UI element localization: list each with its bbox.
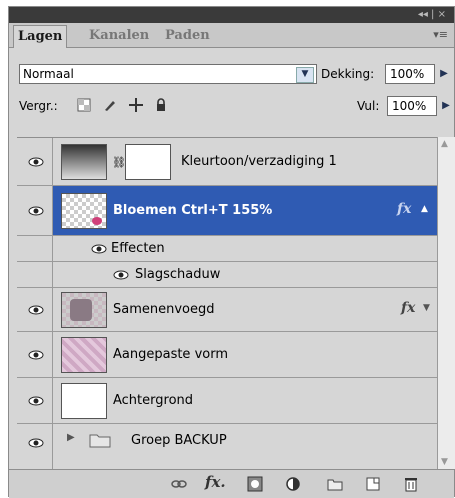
lock-transparency-icon[interactable] [77, 98, 91, 112]
effects-indent [17, 236, 53, 261]
collapse-controls[interactable]: ◂◂ | × [418, 9, 446, 20]
tab-lagen[interactable]: Lagen [13, 25, 68, 48]
tab-kanalen[interactable]: Kanalen [85, 25, 153, 47]
eye-icon[interactable] [28, 157, 44, 167]
fill-label: Vul: [357, 99, 380, 113]
background-thumbnail[interactable] [61, 383, 107, 419]
layer-row-selected[interactable]: Bloemen Ctrl+T 155% fx ▲ [17, 186, 437, 236]
lock-pixels-icon[interactable] [103, 98, 117, 112]
opacity-input[interactable]: 100% ▶ [385, 64, 448, 84]
folder-icon[interactable] [327, 476, 343, 492]
eye-icon[interactable] [91, 244, 107, 254]
eye-icon[interactable] [28, 396, 44, 406]
mask-icon[interactable] [247, 476, 263, 492]
eye-icon[interactable] [28, 305, 44, 315]
lock-icons [69, 97, 168, 112]
new-layer-icon[interactable] [365, 476, 381, 492]
layers-panel: ◂◂ | × Lagen Kanalen Paden ▾≡ Normaal ▼ … [8, 6, 455, 498]
group-row[interactable]: ▶ Groep BACKUP [17, 424, 437, 470]
blend-row: Normaal ▼ Dekking: 100% ▶ [17, 61, 450, 87]
layer-name: Samenenvoegd [113, 302, 215, 317]
layer-name: Bloemen Ctrl+T 155% [113, 203, 273, 218]
effect-indent [17, 262, 53, 287]
opacity-value: 100% [390, 67, 425, 81]
layer-name: Aangepaste vorm [113, 347, 228, 362]
trash-icon[interactable] [403, 476, 419, 492]
eye-icon[interactable] [28, 350, 44, 360]
portrait-image-icon [70, 299, 92, 321]
visibility-toggle[interactable] [17, 138, 53, 185]
fx-icon[interactable]: fx [397, 201, 411, 217]
opacity-label: Dekking: [321, 67, 375, 81]
effects-row[interactable]: Effecten [17, 236, 437, 262]
opacity-slider-arrow-icon[interactable]: ▶ [436, 65, 452, 83]
eye-icon[interactable] [28, 438, 44, 448]
chain-link-icon[interactable]: ⛓ [112, 156, 126, 169]
layer-list: ⛓ Kleurtoon/verzadiging 1 Bloemen Ctrl+T… [17, 137, 437, 470]
expand-effects-icon[interactable]: ▲ [421, 204, 428, 214]
mask-thumbnail[interactable] [125, 144, 171, 180]
effects-label: Effecten [111, 241, 165, 256]
shape-thumbnail[interactable] [61, 337, 107, 373]
blend-mode-value: Normaal [23, 67, 74, 81]
layer-row[interactable]: Samenenvoegd fx ▼ [17, 288, 437, 332]
lock-position-icon[interactable] [128, 97, 143, 112]
visibility-toggle[interactable] [17, 424, 53, 469]
layer-row[interactable]: ⛓ Kleurtoon/verzadiging 1 [17, 138, 437, 186]
layer-name: Kleurtoon/verzadiging 1 [181, 154, 337, 169]
layer-name: Achtergrond [113, 393, 194, 408]
layer-thumbnail[interactable] [61, 193, 107, 229]
flower-image-icon [92, 217, 102, 225]
visibility-toggle[interactable] [17, 332, 53, 377]
visibility-toggle[interactable] [17, 288, 53, 331]
panel-tabs: Lagen Kanalen Paden ▾≡ [9, 23, 454, 48]
fx-icon[interactable]: fx. [205, 473, 226, 491]
fill-input[interactable]: 100% ▶ [387, 96, 450, 116]
layer-row[interactable]: Achtergrond [17, 378, 437, 424]
fill-slider-arrow-icon[interactable]: ▶ [438, 97, 454, 115]
adjustment-icon[interactable] [285, 476, 301, 492]
visibility-toggle[interactable] [17, 378, 53, 423]
visibility-toggle[interactable] [17, 186, 53, 235]
fill-value: 100% [392, 99, 427, 113]
lock-row: Vergr.: Vul: 100% ▶ [17, 93, 450, 119]
lock-label: Vergr.: [19, 99, 58, 113]
panel-titlebar: ◂◂ | × [9, 7, 454, 23]
effect-label: Slagschaduw [135, 267, 221, 282]
eye-icon[interactable] [28, 206, 44, 216]
layer-scrollbar[interactable]: ▲ ▼ [437, 137, 455, 469]
panel-menu-icon[interactable]: ▾≡ [433, 28, 448, 41]
expand-group-icon[interactable]: ▶ [67, 432, 75, 443]
scroll-up-icon[interactable]: ▲ [441, 139, 448, 149]
layer-row[interactable]: Aangepaste vorm [17, 332, 437, 378]
chevron-down-icon[interactable]: ▼ [296, 67, 314, 83]
link-icon[interactable] [171, 476, 187, 492]
panel-footer: fx. [9, 469, 454, 498]
layer-name: Groep BACKUP [131, 433, 227, 448]
layer-thumbnail[interactable] [61, 292, 107, 328]
fx-icon[interactable]: fx [401, 300, 415, 316]
adjustment-thumbnail[interactable] [61, 144, 107, 180]
expand-effects-icon[interactable]: ▼ [423, 303, 430, 313]
tab-paden[interactable]: Paden [161, 25, 214, 47]
effect-row[interactable]: Slagschaduw [17, 262, 437, 288]
blend-mode-select[interactable]: Normaal ▼ [19, 64, 317, 84]
folder-icon [89, 434, 111, 448]
lock-all-icon[interactable] [154, 97, 168, 112]
eye-icon[interactable] [113, 270, 129, 280]
scroll-down-icon[interactable]: ▼ [441, 457, 448, 467]
